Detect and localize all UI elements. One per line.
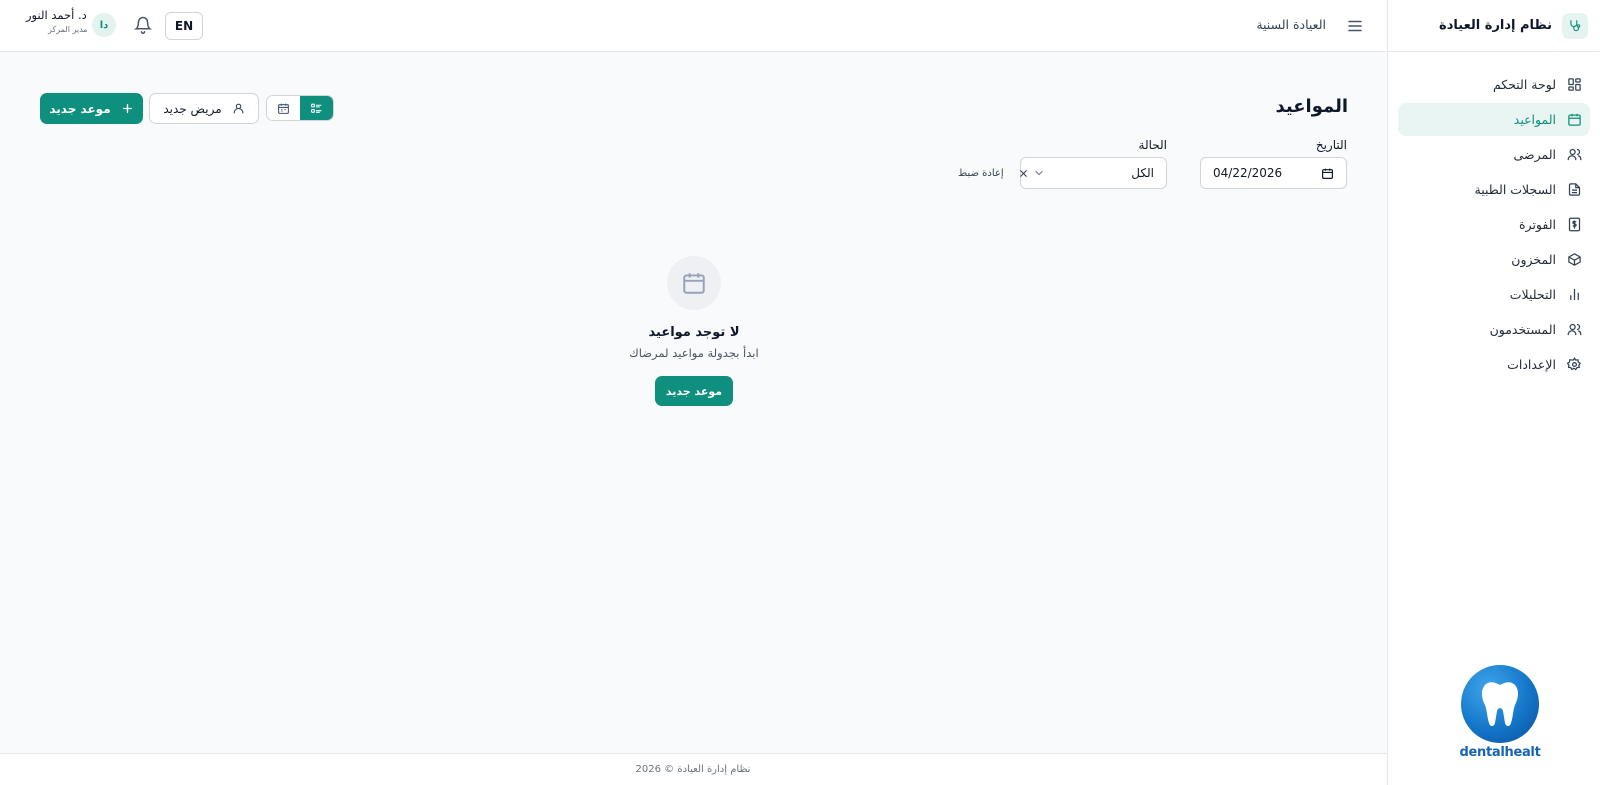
sidebar-item-analytics[interactable]: التحليلات	[1398, 278, 1590, 311]
empty-new-appointment-button[interactable]: موعد جديد	[655, 376, 733, 406]
bar-chart-icon	[1566, 287, 1582, 303]
view-toggle	[266, 95, 334, 121]
sidebar-item-settings[interactable]: الإعدادات	[1398, 348, 1590, 381]
sidebar-item-billing[interactable]: الفوترة	[1398, 208, 1590, 241]
file-text-icon	[1566, 182, 1582, 198]
reset-label: إعادة ضبط	[958, 168, 1004, 179]
date-filter-label: التاريخ	[1315, 138, 1347, 152]
logo-text: dentalhealt	[1459, 745, 1541, 760]
sidebar-item-label: المرضى	[1513, 147, 1556, 162]
users-icon	[1566, 322, 1582, 338]
bell-icon[interactable]	[134, 16, 152, 34]
footer-text: نظام إدارة العيادة © 2026	[635, 764, 751, 775]
company-logo: dentalhealt	[1455, 665, 1545, 760]
list-icon	[310, 102, 323, 115]
sidebar-item-label: التحليلات	[1509, 287, 1556, 302]
sidebar-item-inventory[interactable]: المخزون	[1398, 243, 1590, 276]
avatar[interactable]: دا	[92, 13, 116, 37]
sidebar-item-patients[interactable]: المرضى	[1398, 138, 1590, 171]
list-view-button[interactable]	[300, 96, 333, 120]
language-toggle-button[interactable]: EN	[165, 12, 203, 40]
dollar-icon	[1566, 217, 1582, 233]
sidebar-item-label: المخزون	[1511, 252, 1556, 267]
status-filter-select[interactable]: الكل	[1020, 157, 1167, 189]
sidebar-item-label: الفوترة	[1519, 217, 1556, 232]
chevron-down-icon	[1033, 167, 1045, 179]
tooth-icon	[1461, 665, 1539, 743]
calendar-icon	[277, 102, 290, 115]
new-appointment-label: موعد جديد	[49, 101, 111, 116]
menu-icon[interactable]	[1346, 17, 1364, 35]
sidebar-item-dashboard[interactable]: لوحة التحكم	[1398, 68, 1590, 101]
sidebar-item-label: الإعدادات	[1507, 357, 1556, 372]
user-role: مدير المركز	[48, 25, 88, 34]
empty-state-subtitle: ابدأ بجدولة مواعيد لمرضاك	[629, 346, 759, 360]
new-patient-button[interactable]: مريض جديد	[149, 93, 259, 124]
sidebar-item-label: المستخدمون	[1489, 322, 1556, 337]
sidebar-item-medical-records[interactable]: السجلات الطبية	[1398, 173, 1590, 206]
page-title: المواعيد	[1275, 96, 1349, 117]
status-value: الكل	[1131, 166, 1154, 180]
sidebar-item-label: لوحة التحكم	[1492, 77, 1556, 92]
box-icon	[1566, 252, 1582, 268]
gear-icon	[1566, 357, 1582, 373]
date-filter-input[interactable]: 04/22/2026	[1200, 157, 1347, 189]
sidebar-item-users[interactable]: المستخدمون	[1398, 313, 1590, 346]
user-info[interactable]: د. أحمد النور مدير المركز	[26, 8, 88, 34]
user-name: د. أحمد النور	[26, 8, 87, 22]
close-icon	[1018, 168, 1029, 179]
grid-icon	[1566, 77, 1582, 93]
calendar-picker-icon[interactable]	[1321, 167, 1334, 180]
new-appointment-button[interactable]: موعد جديد	[40, 93, 143, 124]
sidebar-nav: لوحة التحكم المواعيد المرضى السجلات الطب…	[1388, 52, 1600, 381]
user-icon	[232, 102, 245, 115]
stethoscope-icon	[1562, 12, 1588, 39]
footer: نظام إدارة العيادة © 2026	[0, 753, 1386, 785]
top-header: العيادة السنية EN دا د. أحمد النور مدير …	[0, 0, 1386, 52]
brand-title: نظام إدارة العيادة	[1439, 18, 1552, 33]
users-icon	[1566, 147, 1582, 163]
calendar-icon	[667, 256, 721, 310]
empty-state-title: لا توجد مواعيد	[648, 325, 740, 340]
sidebar-item-label: المواعيد	[1513, 112, 1556, 127]
brand: نظام إدارة العيادة	[1388, 0, 1600, 52]
reset-filters-button[interactable]: إعادة ضبط	[958, 168, 1029, 179]
sidebar-item-appointments[interactable]: المواعيد	[1398, 103, 1590, 136]
status-filter-label: الحالة	[1138, 138, 1167, 152]
calendar-view-button[interactable]	[267, 96, 300, 120]
calendar-icon	[1566, 112, 1582, 128]
new-patient-label: مريض جديد	[163, 101, 222, 116]
clinic-name: العيادة السنية	[1256, 17, 1326, 32]
date-value: 04/22/2026	[1213, 166, 1283, 180]
sidebar: نظام إدارة العيادة لوحة التحكم المواعيد …	[1387, 0, 1600, 785]
plus-icon	[121, 102, 134, 115]
sidebar-item-label: السجلات الطبية	[1474, 182, 1556, 197]
